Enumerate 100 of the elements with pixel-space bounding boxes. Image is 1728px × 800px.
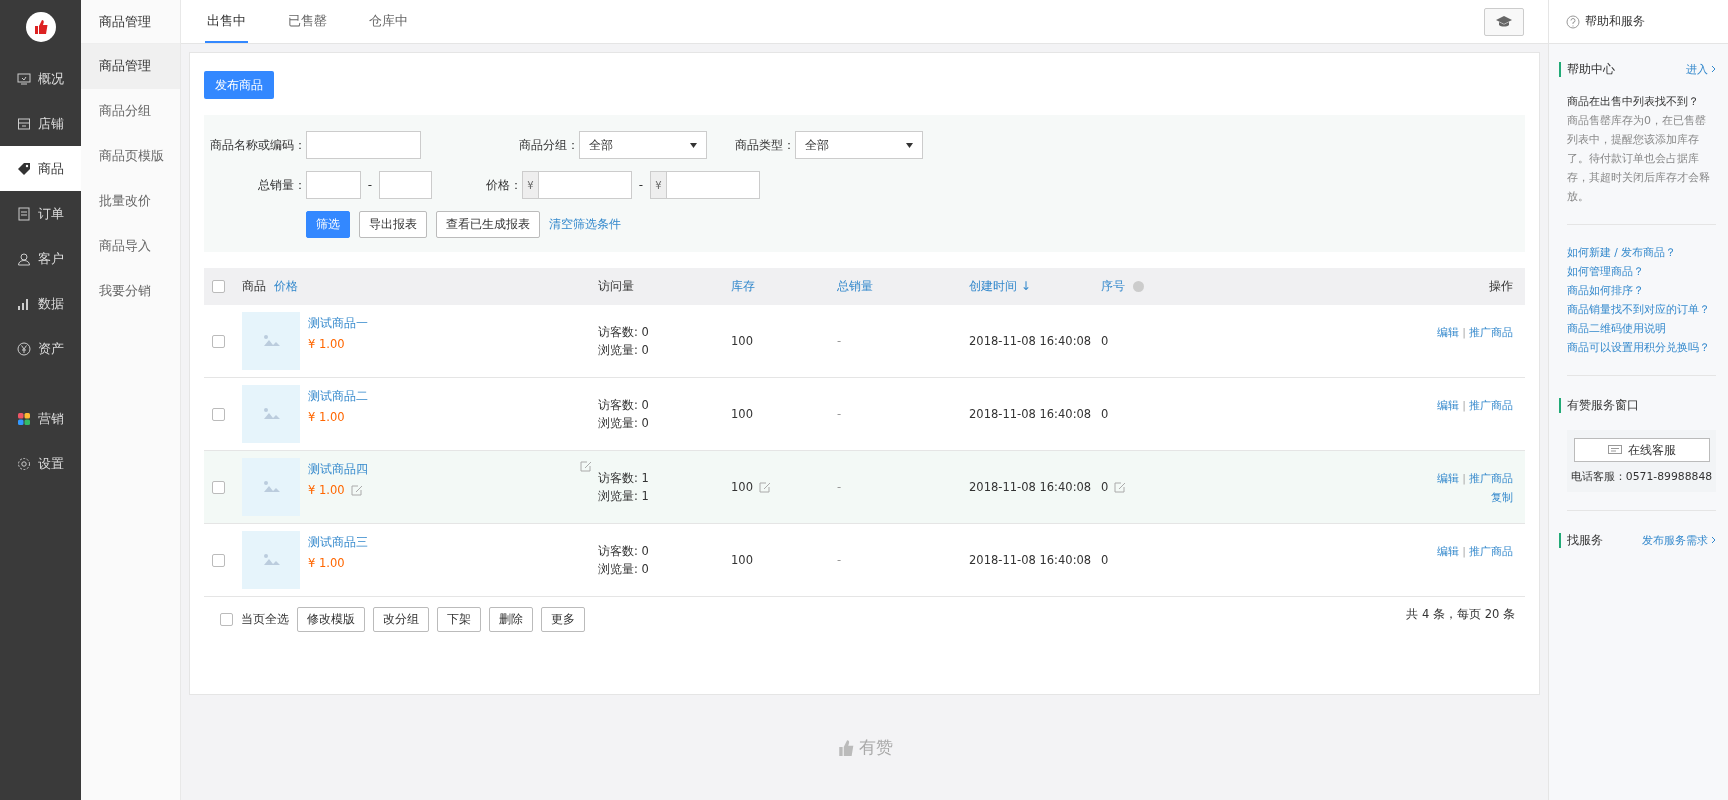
publish-button[interactable]: 发布商品 xyxy=(204,71,274,99)
section-title: 找服务 xyxy=(1559,532,1603,548)
copy-link[interactable]: 复制 xyxy=(1491,490,1513,505)
action-link[interactable]: 编辑 xyxy=(1437,325,1460,340)
max-sales-field[interactable] xyxy=(379,171,432,199)
edit-icon[interactable] xyxy=(579,460,592,473)
price: ¥ 1.00 xyxy=(308,337,345,351)
thumbs-up-icon xyxy=(32,19,49,35)
created-time: 2018-11-08 16:40:08 xyxy=(969,480,1093,494)
column-header[interactable]: 库存 xyxy=(731,278,755,295)
tab[interactable]: 出售中 xyxy=(205,0,248,43)
help-link[interactable]: 如何管理商品？ xyxy=(1567,262,1716,281)
bulk-action-button[interactable]: 删除 xyxy=(489,607,533,632)
min-sales-field[interactable] xyxy=(306,171,361,199)
help-link[interactable]: 商品可以设置用积分兑换吗？ xyxy=(1567,338,1716,357)
action-link[interactable]: 推广商品 xyxy=(1469,325,1513,340)
edit-icon[interactable] xyxy=(349,483,363,497)
help-link[interactable]: 商品二维码使用说明 xyxy=(1567,319,1716,338)
action-link[interactable]: 编辑 xyxy=(1437,544,1460,559)
bulk-action-button[interactable]: 改分组 xyxy=(373,607,429,632)
tab[interactable]: 仓库中 xyxy=(367,0,410,43)
nav-item[interactable]: 客户 xyxy=(0,236,81,281)
subnav-item[interactable]: 商品导入 xyxy=(81,224,180,269)
checkbox[interactable] xyxy=(212,334,225,348)
edit-icon[interactable] xyxy=(757,480,771,494)
separator: | xyxy=(1462,399,1466,412)
min-price-field[interactable]: ¥ xyxy=(522,171,632,199)
separator: | xyxy=(1462,472,1466,485)
clear-filters-link[interactable]: 清空筛选条件 xyxy=(549,216,621,233)
subnav-item[interactable]: 我要分销 xyxy=(81,269,180,314)
range-dash: - xyxy=(366,178,374,192)
action-link[interactable]: 编辑 xyxy=(1437,471,1460,486)
help-link[interactable]: 如何新建 / 发布商品？ xyxy=(1567,243,1716,262)
report-button[interactable]: 导出报表 xyxy=(359,211,427,238)
logo[interactable] xyxy=(25,12,56,42)
action-link[interactable]: 编辑 xyxy=(1437,398,1460,413)
view-count: 浏览量: 0 xyxy=(598,561,650,577)
checkbox[interactable] xyxy=(220,613,233,626)
sequence-number: 0 xyxy=(1101,407,1109,421)
help-link[interactable]: 商品销量找不到对应的订单？ xyxy=(1567,300,1716,319)
nav-item[interactable]: 营销 xyxy=(0,396,81,441)
nav-item[interactable]: 概况 xyxy=(0,56,81,101)
online-service-button[interactable]: 在线客服 xyxy=(1573,438,1710,462)
help-icon xyxy=(1566,14,1580,29)
help-link[interactable]: 商品如何排序？ xyxy=(1567,281,1716,300)
bulk-action-button[interactable]: 修改模版 xyxy=(297,607,365,632)
nav-item[interactable]: 订单 xyxy=(0,191,81,236)
product-name[interactable]: 测试商品三 xyxy=(308,535,368,550)
stock: 100 xyxy=(731,480,753,494)
nav-item[interactable]: 店铺 xyxy=(0,101,81,146)
name-field[interactable] xyxy=(306,131,421,159)
total-sales: - xyxy=(837,407,843,421)
checkbox[interactable] xyxy=(212,553,225,567)
type-select[interactable]: 全部 xyxy=(795,131,923,159)
post-request-link[interactable]: 发布服务需求 xyxy=(1642,532,1708,548)
separator: | xyxy=(1462,545,1466,558)
total-sales: - xyxy=(837,480,843,494)
section-title: 有赞服务窗口 xyxy=(1559,397,1639,413)
filter-button[interactable]: 筛选 xyxy=(306,211,350,238)
checkbox[interactable] xyxy=(212,280,225,293)
created-time: 2018-11-08 16:40:08 xyxy=(969,407,1093,421)
subnav-item[interactable]: 批量改价 xyxy=(81,179,180,224)
tab[interactable]: 已售罄 xyxy=(286,0,329,43)
column-header[interactable]: 序号 xyxy=(1101,278,1125,295)
help-button[interactable] xyxy=(1484,7,1524,36)
product-name[interactable]: 测试商品四 xyxy=(308,462,368,477)
field-label: 价格： xyxy=(485,176,522,194)
nav-item[interactable]: 数据 xyxy=(0,281,81,326)
phone-service: 电话客服：0571-89988848 xyxy=(1570,470,1713,484)
column-header[interactable]: 创建时间 ↓ xyxy=(969,278,1031,295)
sequence-number: 0 xyxy=(1101,334,1109,348)
chevron-right-icon xyxy=(1711,65,1716,73)
nav-item[interactable]: 资产 xyxy=(0,326,81,371)
monitor-icon xyxy=(17,71,31,86)
stock: 100 xyxy=(731,407,753,421)
checkbox[interactable] xyxy=(212,407,225,421)
product-name[interactable]: 测试商品二 xyxy=(308,389,368,404)
action-link[interactable]: 推广商品 xyxy=(1469,471,1513,486)
subnav-item[interactable]: 商品管理 xyxy=(81,44,180,89)
action-link[interactable]: 推广商品 xyxy=(1469,398,1513,413)
bulk-action-button[interactable]: 下架 xyxy=(437,607,481,632)
action-link[interactable]: 推广商品 xyxy=(1469,544,1513,559)
column-header[interactable]: 总销量 xyxy=(837,278,873,295)
nav-item[interactable]: 商品 xyxy=(0,146,81,191)
created-time: 2018-11-08 16:40:08 xyxy=(969,553,1093,567)
enter-link[interactable]: 进入 xyxy=(1686,61,1708,77)
field-label: 商品名称或编码： xyxy=(209,136,306,154)
checkbox[interactable] xyxy=(212,480,225,494)
price: ¥ 1.00 xyxy=(308,556,345,570)
max-price-field[interactable]: ¥ xyxy=(650,171,760,199)
product-name[interactable]: 测试商品一 xyxy=(308,316,368,331)
edit-icon[interactable] xyxy=(1113,480,1127,494)
subnav-item[interactable]: 商品页模版 xyxy=(81,134,180,179)
report-button[interactable]: 查看已生成报表 xyxy=(436,211,540,238)
subnav-item[interactable]: 商品分组 xyxy=(81,89,180,134)
column-header[interactable]: 价格 xyxy=(274,278,298,295)
nav-item[interactable]: 设置 xyxy=(0,441,81,486)
tag-icon xyxy=(17,161,31,176)
bulk-action-button[interactable]: 更多 xyxy=(541,607,585,632)
group-select[interactable]: 全部 xyxy=(579,131,707,159)
